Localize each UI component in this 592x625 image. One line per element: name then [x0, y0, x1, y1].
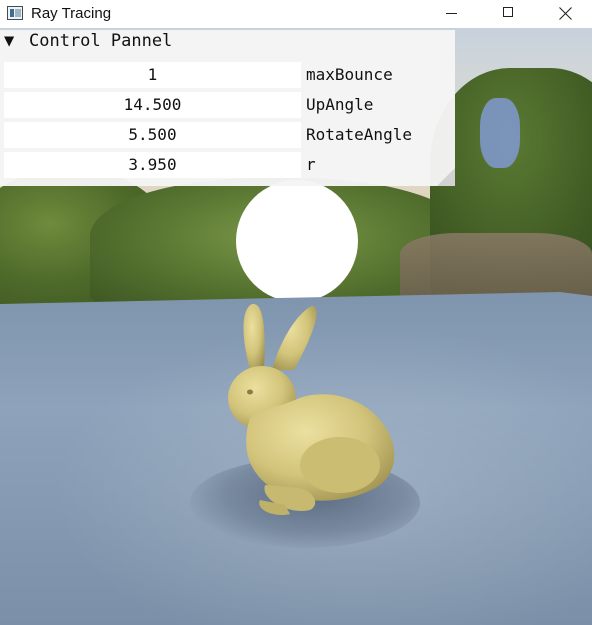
minimize-icon [446, 13, 457, 14]
title-bar[interactable]: Ray Tracing [0, 0, 592, 28]
bunny-model [228, 303, 395, 516]
param-row-maxbounce: maxBounce [0, 62, 455, 88]
light-sphere [236, 180, 358, 302]
control-panel-header[interactable]: ▼ Control Pannel [0, 30, 455, 52]
resize-grip-icon[interactable] [437, 168, 455, 186]
sky-patch [480, 98, 520, 168]
control-panel[interactable]: ▼ Control Pannel maxBounce UpAngle Rotat… [0, 30, 455, 186]
maxbounce-label: maxBounce [306, 65, 393, 84]
control-panel-title: Control Pannel [29, 31, 173, 51]
maximize-icon [503, 7, 513, 17]
r-field[interactable] [4, 152, 301, 178]
app-window-icon [7, 6, 23, 20]
window-title: Ray Tracing [31, 5, 112, 22]
rotateangle-label: RotateAngle [306, 125, 412, 144]
param-row-r: r [0, 152, 455, 178]
upangle-label: UpAngle [306, 95, 374, 114]
rotateangle-field[interactable] [4, 122, 301, 148]
param-row-rotateangle: RotateAngle [0, 122, 455, 148]
close-button[interactable] [538, 0, 592, 28]
close-icon [559, 7, 572, 20]
maxbounce-field[interactable] [4, 62, 301, 88]
r-label: r [306, 155, 316, 174]
minimize-button[interactable] [422, 0, 480, 28]
upangle-field[interactable] [4, 92, 301, 118]
collapse-arrow-icon[interactable]: ▼ [4, 31, 14, 51]
maximize-button[interactable] [480, 0, 538, 28]
param-row-upangle: UpAngle [0, 92, 455, 118]
